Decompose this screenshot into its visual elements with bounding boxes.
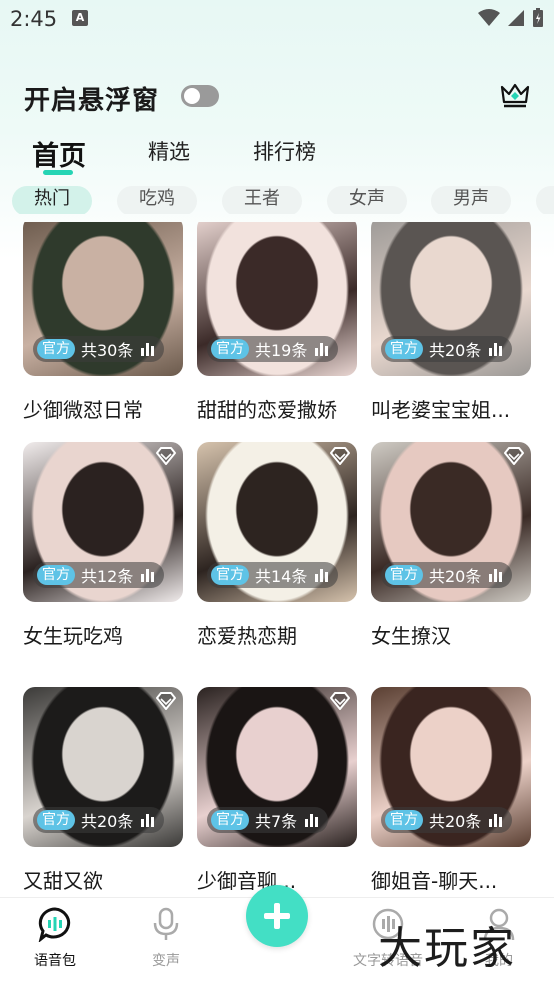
signal-icon (508, 10, 524, 26)
clip-count: 共30条 (81, 341, 134, 360)
voice-pack-card[interactable]: 官方 共30条少御微怼日常 (23, 222, 183, 423)
audio-bars-icon (141, 342, 155, 356)
voice-pack-card[interactable]: 官方 共19条甜甜的恋爱撒娇 (197, 222, 357, 423)
voice-pack-thumbnail[interactable]: 官方 共7条 (197, 687, 357, 847)
voice-pack-grid: 官方 共30条 少御微怼日常 官方 共19条 甜甜的恋爱撒娇 官方 共20条 叫老婆宝宝姐...… (0, 222, 554, 898)
diamond-icon (330, 692, 350, 710)
info-pill: 官方 共14条 (207, 562, 339, 588)
clip-count: 共20条 (81, 812, 134, 831)
chip-pubg[interactable]: 吃鸡 (117, 186, 197, 214)
notification-icon: A (72, 10, 88, 26)
voice-pack-thumbnail[interactable]: 官方 共30条 (23, 222, 183, 376)
voice-pack-card[interactable]: 官方 共12条女生玩吃鸡 (23, 442, 183, 649)
official-badge: 官方 (37, 810, 75, 830)
voice-pack-thumbnail[interactable]: 官方 共20条 (371, 442, 531, 602)
voice-pack-title[interactable]: 恋爱热恋期 (197, 620, 357, 649)
chip-honor[interactable]: 王者 (222, 186, 302, 214)
official-badge: 官方 (385, 810, 423, 830)
voice-pack-thumbnail[interactable]: 官方 共20条 (23, 687, 183, 847)
tab-home[interactable]: 首页 (32, 134, 86, 173)
voice-pack-title[interactable]: 少御微怼日常 (23, 394, 183, 423)
add-button[interactable] (246, 885, 308, 947)
chip-more[interactable] (536, 186, 554, 214)
audio-bars-icon (315, 568, 329, 582)
nav-voice-change[interactable]: 变声 (121, 906, 211, 970)
voice-pack-card[interactable]: 官方 共20条又甜又欲 (23, 687, 183, 894)
voice-pack-card[interactable]: 官方 共14条恋爱热恋期 (197, 442, 357, 649)
chip-female[interactable]: 女声 (327, 186, 407, 214)
official-badge: 官方 (211, 810, 249, 830)
clip-count: 共20条 (429, 567, 482, 586)
status-time: 2:45 (10, 7, 58, 31)
info-pill: 官方 共12条 (33, 562, 165, 588)
voice-pack-thumbnail[interactable]: 官方 共19条 (197, 222, 357, 376)
diamond-icon (156, 692, 176, 710)
info-pill: 官方 共20条 (33, 807, 165, 833)
voice-pack-title[interactable]: 甜甜的恋爱撒娇 (197, 394, 357, 423)
official-badge: 官方 (385, 565, 423, 585)
clip-count: 共20条 (429, 341, 482, 360)
voice-pack-thumbnail[interactable]: 官方 共20条 (371, 222, 531, 376)
nav-label-voice-change: 变声 (152, 953, 180, 969)
official-badge: 官方 (211, 565, 249, 585)
chip-male[interactable]: 男声 (431, 186, 511, 214)
info-pill: 官方 共19条 (207, 336, 339, 362)
voice-pack-card[interactable]: 官方 共20条女生撩汉 (371, 442, 531, 649)
crown-icon[interactable] (499, 80, 531, 110)
floating-window-title: 开启悬浮窗 (24, 86, 160, 116)
battery-icon (533, 8, 543, 27)
voice-pack-title[interactable]: 又甜又欲 (23, 865, 183, 894)
status-bar: 2:45 A (0, 0, 554, 40)
audio-bars-icon (141, 568, 155, 582)
clip-count: 共20条 (429, 812, 482, 831)
voice-pack-title[interactable]: 叫老婆宝宝姐... (371, 394, 531, 423)
category-chips: 热门 吃鸡 王者 女声 男声 (0, 186, 554, 214)
info-pill: 官方 共20条 (381, 562, 513, 588)
info-pill: 官方 共20条 (381, 336, 513, 362)
watermark-text: 大玩家 (378, 923, 516, 974)
microphone-icon (153, 907, 179, 940)
clip-count: 共12条 (81, 567, 134, 586)
diamond-icon (504, 447, 524, 465)
floating-window-toggle[interactable] (181, 85, 219, 107)
info-pill: 官方 共7条 (207, 807, 329, 833)
nav-voice-pack[interactable]: 语音包 (10, 906, 100, 970)
nav-label-voice-pack: 语音包 (34, 953, 76, 969)
voice-pack-thumbnail[interactable]: 官方 共20条 (371, 687, 531, 847)
official-badge: 官方 (37, 565, 75, 585)
chip-hot[interactable]: 热门 (12, 186, 92, 214)
audio-bars-icon (489, 813, 503, 827)
official-badge: 官方 (385, 339, 423, 359)
voice-pack-card[interactable]: 官方 共20条叫老婆宝宝姐... (371, 222, 531, 423)
audio-bars-icon (141, 813, 155, 827)
audio-bars-icon (489, 342, 503, 356)
voice-pack-title[interactable]: 御姐音-聊天... (371, 865, 531, 894)
voice-pack-thumbnail[interactable]: 官方 共14条 (197, 442, 357, 602)
clip-count: 共19条 (255, 341, 308, 360)
voice-pack-card[interactable]: 官方 共7条 少御音聊... (197, 687, 357, 894)
tab-ranking[interactable]: 排行榜 (253, 136, 316, 166)
wifi-icon (478, 9, 500, 26)
diamond-icon (156, 447, 176, 465)
audio-bars-icon (305, 813, 319, 827)
audio-bars-icon (489, 568, 503, 582)
clip-count: 共7条 (255, 812, 298, 831)
clip-count: 共14条 (255, 567, 308, 586)
diamond-icon (330, 447, 350, 465)
voice-pack-title[interactable]: 女生玩吃鸡 (23, 620, 183, 649)
official-badge: 官方 (211, 339, 249, 359)
voice-pack-thumbnail[interactable]: 官方 共12条 (23, 442, 183, 602)
voice-pack-title[interactable]: 女生撩汉 (371, 620, 531, 649)
toggle-knob (184, 88, 200, 104)
voice-pack-icon (38, 907, 71, 943)
voice-pack-card[interactable]: 官方 共20条御姐音-聊天... (371, 687, 531, 894)
tab-active-indicator (43, 170, 73, 175)
info-pill: 官方 共20条 (381, 807, 513, 833)
official-badge: 官方 (37, 339, 75, 359)
audio-bars-icon (315, 342, 329, 356)
info-pill: 官方 共30条 (33, 336, 165, 362)
tab-featured[interactable]: 精选 (148, 136, 190, 166)
